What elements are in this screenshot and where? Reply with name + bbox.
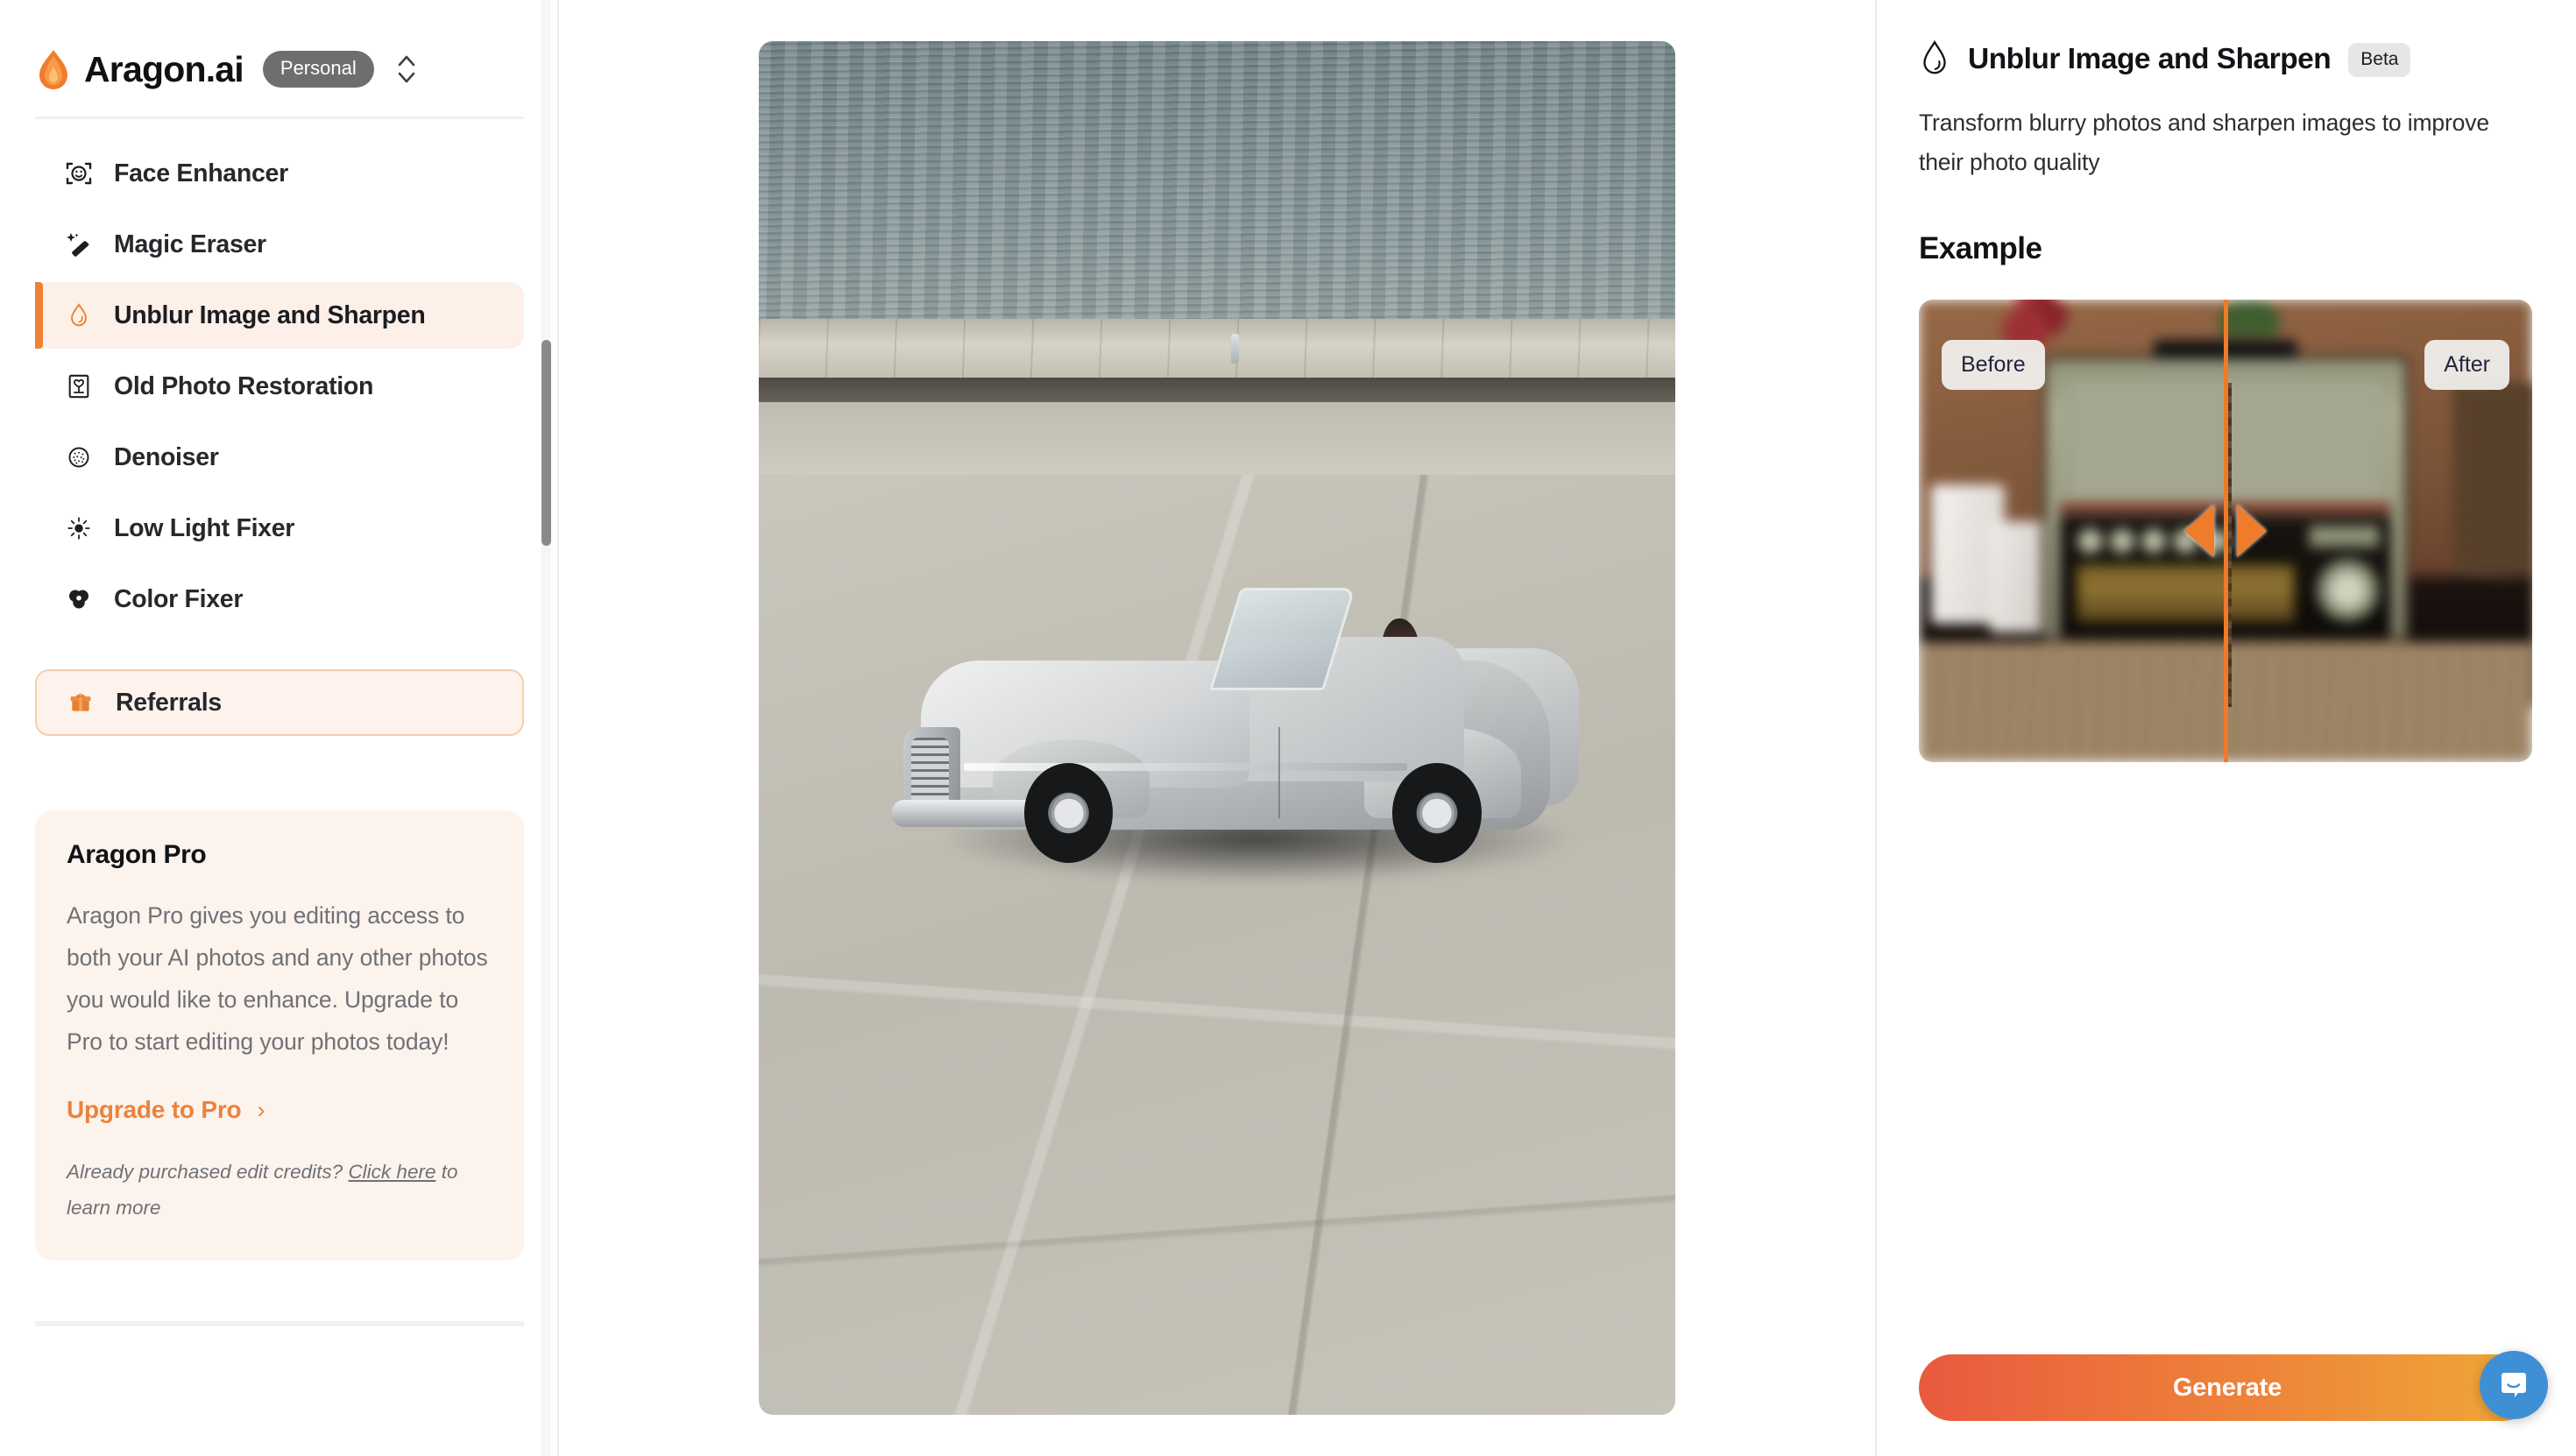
sidebar-item-label: Old Photo Restoration <box>114 371 374 400</box>
fine-print-prefix: Already purchased edit credits? <box>67 1161 349 1183</box>
sidebar-item-label: Unblur Image and Sharpen <box>114 300 426 329</box>
tool-description: Transform blurry photos and sharpen imag… <box>1919 110 2489 175</box>
chevron-right-icon: › <box>257 1096 265 1123</box>
photo-upper-pavement <box>759 402 1675 480</box>
sidebar-item-unblur-image-and-sharpen[interactable]: Unblur Image and Sharpen <box>35 282 524 349</box>
sidebar-item-face-enhancer[interactable]: Face Enhancer <box>35 140 524 207</box>
aragon-pro-card: Aragon Pro Aragon Pro gives you editing … <box>35 810 524 1261</box>
photo-car <box>878 570 1593 885</box>
sidebar-item-label: Color Fixer <box>114 584 244 613</box>
plan-badge: Personal <box>262 51 374 88</box>
framed-flower-photo-icon <box>63 371 95 402</box>
active-indicator-bar <box>35 282 43 349</box>
magic-wand-icon <box>63 229 95 260</box>
pro-card-body: Aragon Pro gives you editing access to b… <box>67 902 488 1055</box>
sidebar-bottom-divider <box>35 1321 524 1326</box>
sidebar-item-label: Denoiser <box>114 442 219 471</box>
chat-widget-button[interactable] <box>2480 1351 2548 1419</box>
sidebar-item-magic-eraser[interactable]: Magic Eraser <box>35 211 524 278</box>
car-door-line <box>1277 727 1280 818</box>
tool-panel-header: Unblur Image and Sharpen Beta <box>1919 40 2534 79</box>
sidebar-item-referrals[interactable]: Referrals <box>35 669 524 736</box>
tool-title: Unblur Image and Sharpen <box>1968 43 2332 75</box>
after-label: After <box>2424 340 2509 390</box>
photo-bottle <box>1230 333 1239 364</box>
sidebar-scrollbar-track[interactable] <box>541 0 551 1456</box>
sidebar: Aragon.ai Personal Face Enhancer Magic E… <box>0 0 559 1456</box>
photo-water <box>759 41 1675 324</box>
before-after-comparison[interactable]: Before After <box>1919 300 2532 762</box>
upgrade-to-pro-link[interactable]: Upgrade to Pro › <box>67 1096 492 1124</box>
comparison-slider-handle[interactable] <box>2184 505 2267 557</box>
sidebar-item-color-fixer[interactable]: Color Fixer <box>35 566 524 633</box>
generate-button[interactable]: Generate <box>1919 1354 2536 1421</box>
photo-seawall <box>759 318 1675 382</box>
radio-knob <box>2077 527 2104 555</box>
sidebar-item-low-light-fixer[interactable]: Low Light Fixer <box>35 495 524 562</box>
pro-card-fine-print: Already purchased edit credits? Click he… <box>67 1154 492 1226</box>
pro-card-title: Aragon Pro <box>67 840 207 869</box>
sidebar-scrollbar-thumb[interactable] <box>541 340 551 546</box>
chevron-up-down-icon[interactable] <box>395 52 418 87</box>
click-here-link[interactable]: Click here <box>348 1161 435 1183</box>
photo-content <box>759 41 1675 1415</box>
car-rear-wheel <box>1392 763 1482 864</box>
sidebar-item-denoiser[interactable]: Denoiser <box>35 424 524 491</box>
before-label: Before <box>1942 340 2045 390</box>
flame-icon <box>39 50 67 89</box>
car-front-wheel <box>1024 763 1114 864</box>
example-heading: Example <box>1919 231 2042 265</box>
intercom-chat-icon <box>2502 1373 2526 1397</box>
water-drop-icon <box>1923 40 1946 74</box>
face-scan-icon <box>63 158 95 189</box>
sidebar-top-divider <box>35 117 524 119</box>
sidebar-item-label: Magic Eraser <box>114 230 266 258</box>
sidebar-item-label: Low Light Fixer <box>114 513 295 542</box>
water-drop-icon <box>63 300 95 331</box>
upgrade-to-pro-label: Upgrade to Pro <box>67 1096 242 1123</box>
sidebar-item-label: Face Enhancer <box>114 159 288 187</box>
gift-icon <box>65 687 96 718</box>
sidebar-nav: Face Enhancer Magic Eraser Unblur Image … <box>0 140 559 740</box>
triangle-right-icon[interactable] <box>2237 505 2267 557</box>
main-canvas <box>559 0 1875 1456</box>
radio-knob <box>2108 527 2136 555</box>
noise-circle-icon <box>63 442 95 473</box>
sun-icon <box>63 512 95 544</box>
color-wheel-icon <box>63 583 95 615</box>
app-root: Aragon.ai Personal Face Enhancer Magic E… <box>0 0 2576 1456</box>
photo-curb <box>759 378 1675 406</box>
brand-name: Aragon.ai <box>84 48 244 89</box>
triangle-left-icon[interactable] <box>2184 505 2214 557</box>
sidebar-item-old-photo-restoration[interactable]: Old Photo Restoration <box>35 353 524 420</box>
beta-badge: Beta <box>2348 42 2411 77</box>
sidebar-item-label: Referrals <box>116 688 222 717</box>
uploaded-photo[interactable] <box>759 41 1675 1415</box>
car-chrome-strip <box>963 763 1407 772</box>
sidebar-header: Aragon.ai Personal <box>0 0 557 105</box>
tool-panel: Unblur Image and Sharpen Beta Transform … <box>1875 0 2576 1456</box>
radio-knob <box>2141 527 2168 555</box>
scene-candle-small <box>1989 521 2045 633</box>
